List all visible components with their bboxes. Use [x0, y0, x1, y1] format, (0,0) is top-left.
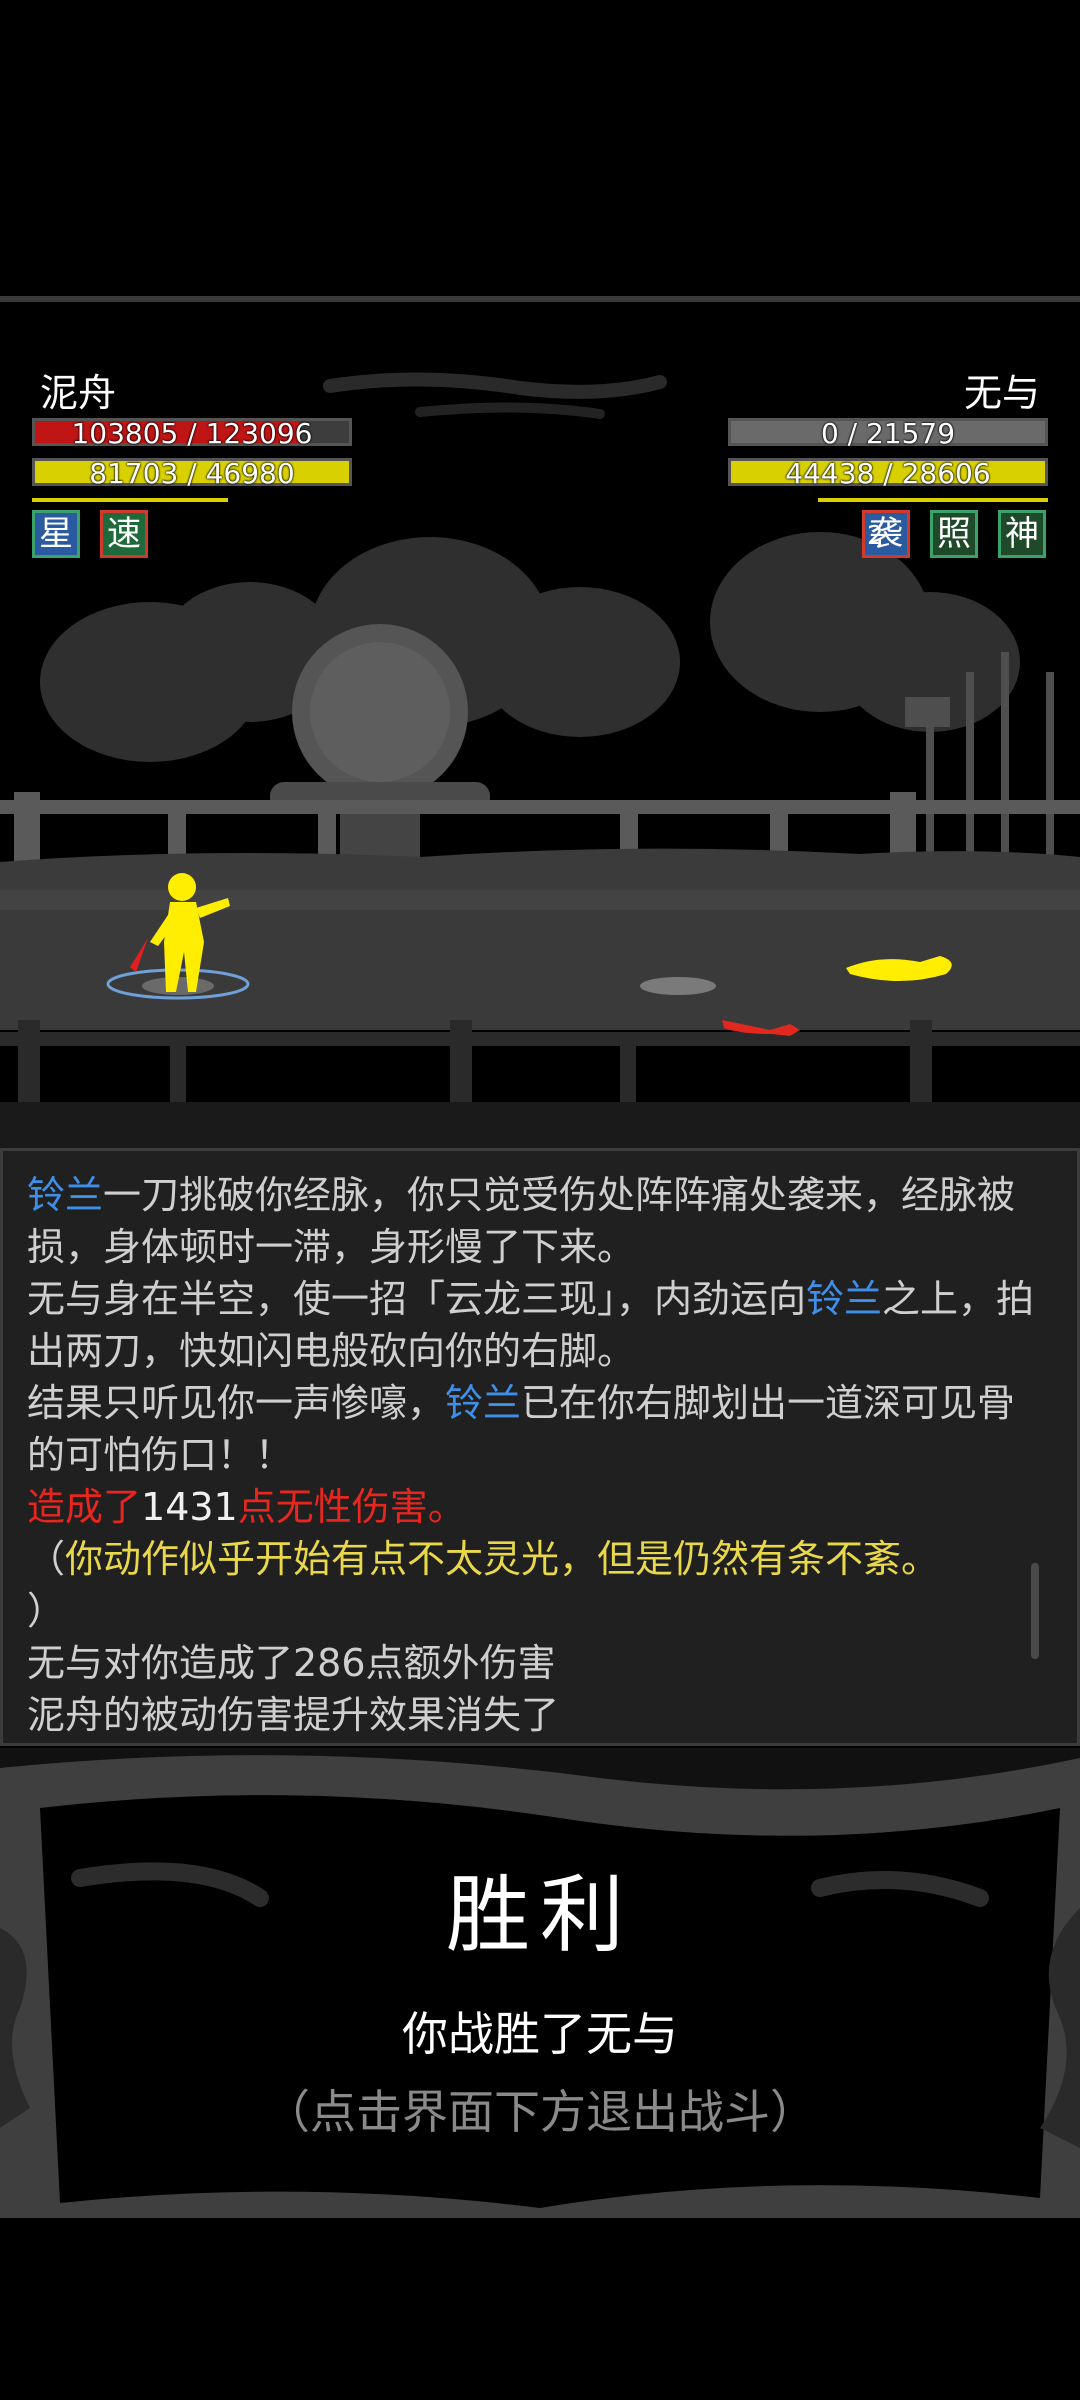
- ink-brush-background: [0, 1748, 1080, 2218]
- battle-log[interactable]: 铃兰一刀挑破你经脉，你只觉受伤处阵阵痛处袭来，经脉被损，身体顿时一滞，身形慢了下…: [0, 1148, 1080, 1746]
- victory-title: 胜利: [445, 1866, 634, 1964]
- log-scrollbar[interactable]: [1031, 1563, 1039, 1659]
- spirit-skill-icon[interactable]: 神: [998, 510, 1046, 558]
- ambush-skill-count: 2: [867, 521, 884, 551]
- log-text: 你动作似乎开始有点不太灵光，但是仍然有条不紊。: [65, 1537, 940, 1581]
- log-text: （: [27, 1537, 66, 1581]
- log-line: 无与身在半空，使一招「云龙三现」，内劲运向铃兰之上，拍出两刀，快如闪电般砍向你的…: [3, 1273, 1077, 1377]
- enemy-mp-bar: 44438 / 28606: [728, 457, 1048, 490]
- log-line: （你动作似乎开始有点不太灵光，但是仍然有条不紊。 ）: [3, 1533, 1077, 1637]
- log-text: 结果只听见你一声惨嚎，: [27, 1381, 446, 1425]
- log-text: 点无性伤害。: [237, 1485, 466, 1529]
- enemy-name: 无与: [963, 371, 1040, 415]
- victory-subtitle: 你战胜了无与: [402, 2007, 678, 2061]
- log-text: ）: [27, 1589, 66, 1633]
- log-text: 一刀挑破你经脉，你只觉受伤处阵阵痛处袭来，经脉被损，身体顿时一滞，身形慢了下来。: [27, 1173, 1016, 1269]
- enemy-mp-text: 44438 / 28606: [785, 457, 991, 490]
- exit-battle-area[interactable]: [0, 2218, 1080, 2400]
- status-bar-area: [0, 0, 1080, 298]
- log-text: 造成了: [27, 1485, 142, 1529]
- player-mp-text: 81703 / 46980: [89, 457, 295, 490]
- illuminate-skill-icon[interactable]: 照: [930, 510, 978, 558]
- log-line: 铃兰一刀挑破你经脉，你只觉受伤处阵阵痛处袭来，经脉被损，身体顿时一滞，身形慢了下…: [3, 1169, 1077, 1273]
- damage-number: 1431: [141, 1485, 238, 1529]
- log-character-name: 铃兰: [445, 1381, 522, 1425]
- log-line: 造成了1431点无性伤害。: [3, 1481, 1077, 1533]
- player-mp-bar: 81703 / 46980: [32, 457, 352, 490]
- ambush-skill-icon[interactable]: 袭 2: [862, 510, 910, 558]
- exit-hint: （点击界面下方退出战斗）: [264, 2085, 816, 2139]
- log-character-name: 铃兰: [806, 1277, 883, 1321]
- player-hp-text: 103805 / 123096: [71, 417, 313, 450]
- log-character-name: 铃兰: [27, 1173, 104, 1217]
- speed-skill-icon[interactable]: 速: [100, 510, 148, 558]
- battle-scene: 泥舟 103805 / 123096 81703 / 46980 星 速 无与 …: [0, 302, 1080, 1148]
- victory-panel[interactable]: 胜利 你战胜了无与 （点击界面下方退出战斗）: [0, 1748, 1080, 2218]
- player-energy-line: [32, 498, 228, 502]
- enemy-hp-text: 0 / 21579: [820, 417, 956, 450]
- log-line: 泥舟的被动伤害提升效果消失了: [27, 1693, 560, 1737]
- enemy-energy-line: [818, 498, 1048, 502]
- log-text: 无与身在半空，使一招「云龙三现」，内劲运向: [27, 1277, 807, 1321]
- log-line: 结果只听见你一声惨嚎，铃兰已在你右脚划出一道深可见骨的可怕伤口！！: [3, 1377, 1077, 1481]
- log-line: 无与对你造成了286点额外伤害: [27, 1641, 556, 1685]
- enemy-hp-bar: 0 / 21579: [728, 417, 1048, 450]
- star-skill-icon[interactable]: 星: [32, 510, 80, 558]
- player-name: 泥舟: [40, 371, 117, 415]
- player-hp-bar: 103805 / 123096: [32, 417, 352, 450]
